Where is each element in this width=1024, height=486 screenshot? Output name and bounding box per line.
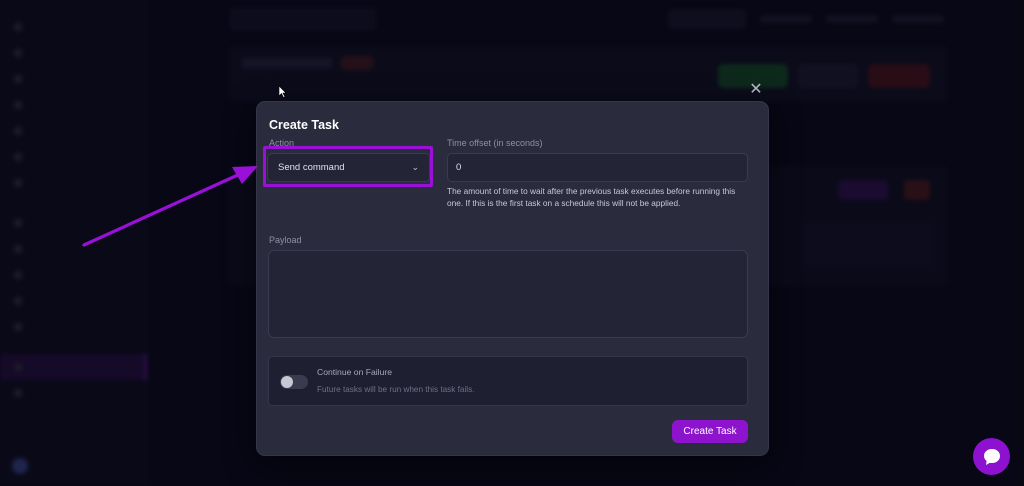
time-offset-label: Time offset (in seconds): [447, 138, 543, 148]
chat-button[interactable]: [973, 438, 1010, 475]
continue-on-failure-toggle[interactable]: [280, 375, 308, 389]
time-offset-input[interactable]: 0: [447, 153, 748, 182]
time-offset-value: 0: [456, 162, 462, 173]
close-icon[interactable]: ✕: [748, 82, 764, 98]
chat-bubble-icon: [983, 448, 1000, 465]
continue-on-failure-description: Future tasks will be run when this task …: [317, 385, 475, 394]
continue-on-failure-card: Continue on Failure Future tasks will be…: [268, 356, 748, 406]
time-offset-help: The amount of time to wait after the pre…: [447, 186, 736, 208]
annotation-highlight-box: [263, 146, 433, 187]
continue-on-failure-title: Continue on Failure: [317, 367, 393, 377]
create-task-button[interactable]: Create Task: [672, 420, 748, 443]
payload-label: Payload: [269, 235, 302, 245]
toggle-knob: [281, 376, 293, 388]
modal-title: Create Task: [269, 118, 339, 132]
payload-textarea[interactable]: [268, 250, 748, 338]
mouse-pointer-icon: [279, 86, 287, 98]
